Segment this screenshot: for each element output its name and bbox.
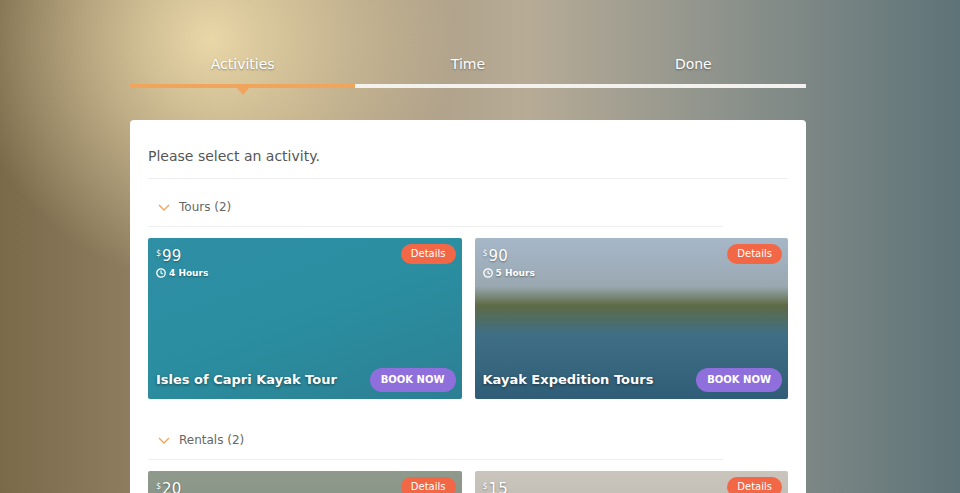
clock-icon <box>483 268 493 278</box>
step-list: ActivitiesTimeDone <box>130 55 806 84</box>
details-button[interactable]: Details <box>401 477 456 493</box>
activity-title: Kayak Expedition Tours <box>483 372 654 388</box>
activity-grid: $20Details $15Details <box>148 471 788 493</box>
step-tab[interactable]: Time <box>355 55 580 84</box>
activity-card[interactable]: $994 HoursDetailsIsles of Capri Kayak To… <box>148 238 462 399</box>
clock-icon <box>156 268 166 278</box>
details-button[interactable]: Details <box>727 244 782 264</box>
step-tab[interactable]: Done <box>581 55 806 84</box>
chevron-down-icon <box>158 437 170 444</box>
details-button[interactable]: Details <box>401 244 456 264</box>
step-tab[interactable]: Activities <box>130 55 355 84</box>
duration: 4 Hours <box>156 268 456 278</box>
progress-bar <box>130 84 806 88</box>
category-section: Rentals (2) $20Details $15Details <box>148 399 788 493</box>
category-header[interactable]: Rentals (2) <box>148 399 723 460</box>
book-now-button[interactable]: BOOK NOW <box>696 368 782 392</box>
activity-card[interactable]: $20Details <box>148 471 462 493</box>
duration: 5 Hours <box>483 268 783 278</box>
category-header[interactable]: Tours (2) <box>148 179 723 227</box>
prompt-text: Please select an activity. <box>148 120 788 179</box>
chevron-down-icon <box>158 204 170 211</box>
activity-title: Isles of Capri Kayak Tour <box>156 372 337 388</box>
stepper: ActivitiesTimeDone <box>130 0 806 88</box>
booking-widget: ActivitiesTimeDone Please select an activ… <box>130 0 806 493</box>
step-marker-icon <box>237 88 249 95</box>
card-footer: Isles of Capri Kayak Tour BOOK NOW <box>156 368 456 392</box>
book-now-button[interactable]: BOOK NOW <box>370 368 456 392</box>
activity-panel: Please select an activity.Tours (2)$994 … <box>130 120 806 493</box>
details-button[interactable]: Details <box>727 477 782 493</box>
activity-card[interactable]: $15Details <box>475 471 789 493</box>
category-section: Tours (2)$994 HoursDetailsIsles of Capri… <box>148 179 788 399</box>
activity-card[interactable]: $905 HoursDetailsKayak Expedition ToursB… <box>475 238 789 399</box>
card-footer: Kayak Expedition Tours BOOK NOW <box>483 368 783 392</box>
booking-page: ActivitiesTimeDone Please select an activ… <box>0 0 960 493</box>
activity-grid: $994 HoursDetailsIsles of Capri Kayak To… <box>148 238 788 399</box>
